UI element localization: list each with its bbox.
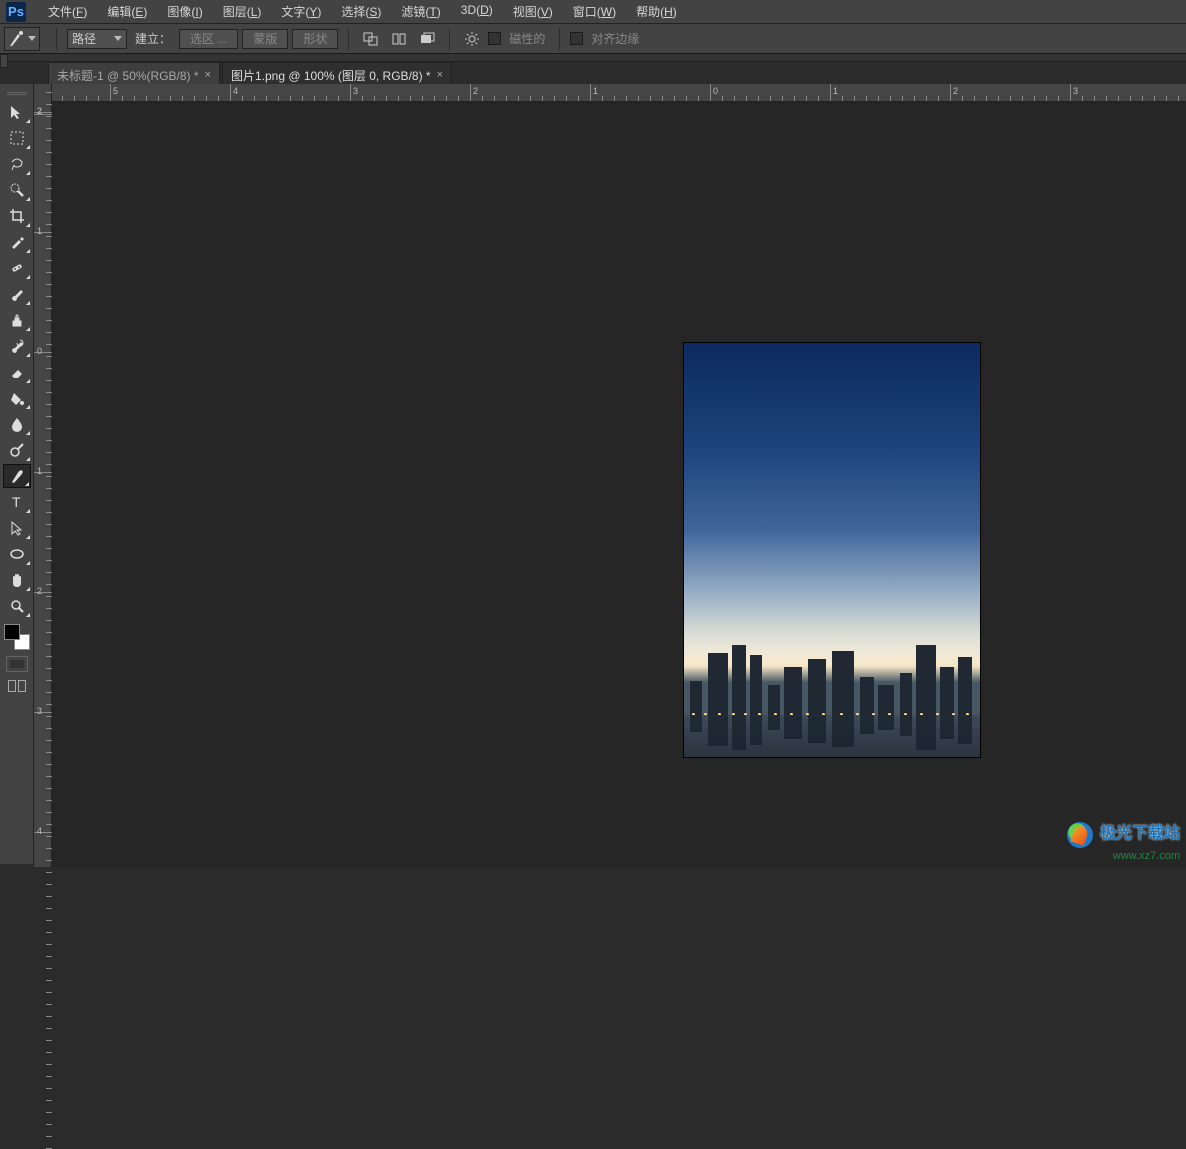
work-area: 0112233445 20112234 [34,84,1186,867]
toolbox-grip[interactable] [0,88,33,98]
selection-button[interactable]: 选区 ... [179,29,238,49]
color-swatches[interactable] [4,624,30,650]
screenmode-toggle[interactable] [6,678,28,694]
watermark-logo-icon [1067,822,1093,848]
tab-label: 未标题-1 @ 50%(RGB/8) * [57,67,199,84]
options-bar: 路径 建立： 选区 ... 蒙版 形状 磁性的 对齐边缘 [0,24,1186,54]
document-tab-0[interactable]: 未标题-1 @ 50%(RGB/8) * × [48,62,220,84]
align-edges-checkbox[interactable] [570,32,583,45]
pen-tool[interactable] [3,464,31,488]
ellipse-tool[interactable] [3,542,31,566]
magnetic-checkbox[interactable] [488,32,501,45]
mode-dropdown[interactable]: 路径 [67,29,127,49]
paint-bucket-tool[interactable] [3,386,31,410]
blur-tool[interactable] [3,412,31,436]
path-op1-icon[interactable] [359,29,383,49]
move-tool[interactable] [3,100,31,124]
dodge-tool[interactable] [3,438,31,462]
toolbox: T [0,84,34,864]
quick-select-tool[interactable] [3,178,31,202]
menu-e[interactable]: 编辑(E) [97,0,157,23]
rect-marquee-tool[interactable] [3,126,31,150]
active-tool-icon[interactable] [4,27,40,51]
panel-dock-grip[interactable] [0,54,8,68]
image-water [684,715,980,757]
watermark-text-1: 极光下载站 [1100,825,1180,842]
watermark: 极光下载站 www.xz7.com [1067,822,1180,863]
document-tabs: 未标题-1 @ 50%(RGB/8) *×图片1.png @ 100% (图层 … [48,62,452,84]
brush-tool[interactable] [3,282,31,306]
menu-f[interactable]: 文件(F) [38,0,97,23]
build-label: 建立： [135,30,171,47]
chevron-down-icon [114,36,122,41]
ruler-vertical[interactable]: 20112234 [34,84,52,867]
menu-l[interactable]: 图层(L) [213,0,272,23]
history-brush-tool[interactable] [3,334,31,358]
align-edges-label: 对齐边缘 [591,30,639,47]
menu-i[interactable]: 图像(I) [157,0,212,23]
menu-bar: Ps 文件(F)编辑(E)图像(I)图层(L)文字(Y)选择(S)滤镜(T)3D… [0,0,1186,24]
hand-tool[interactable] [3,568,31,592]
mask-button[interactable]: 蒙版 [242,29,288,49]
mode-value: 路径 [72,30,96,47]
menu-y[interactable]: 文字(Y) [271,0,331,23]
menu-s[interactable]: 选择(S) [331,0,391,23]
divider-strip [0,54,1186,62]
app-logo: Ps [6,2,26,22]
ruler-horizontal[interactable]: 0112233445 [52,84,1186,102]
menu-d[interactable]: 3D(D) [451,0,503,23]
document-tab-1[interactable]: 图片1.png @ 100% (图层 0, RGB/8) * × [222,62,452,84]
quickmask-toggle[interactable] [6,656,28,672]
menu-t[interactable]: 滤镜(T) [391,0,450,23]
svg-text:T: T [12,494,21,510]
eraser-tool[interactable] [3,360,31,384]
healing-tool[interactable] [3,256,31,280]
type-tool[interactable]: T [3,490,31,514]
lasso-tool[interactable] [3,152,31,176]
menu-v[interactable]: 视图(V) [503,0,563,23]
path-select-tool[interactable] [3,516,31,540]
shape-button[interactable]: 形状 [292,29,338,49]
clone-tool[interactable] [3,308,31,332]
path-align-icon[interactable] [387,29,411,49]
watermark-text-2: www.xz7.com [1113,850,1180,862]
eyedropper-tool[interactable] [3,230,31,254]
menu-h[interactable]: 帮助(H) [626,0,687,23]
magnetic-label: 磁性的 [509,30,545,47]
path-arrange-icon[interactable] [415,29,439,49]
tab-label: 图片1.png @ 100% (图层 0, RGB/8) * [231,67,431,84]
image-skyline [684,635,980,715]
fg-color[interactable] [4,624,20,640]
document-canvas[interactable] [684,343,980,757]
crop-tool[interactable] [3,204,31,228]
menu-w[interactable]: 窗口(W) [563,0,626,23]
zoom-tool[interactable] [3,594,31,618]
gear-icon[interactable] [460,29,484,49]
close-icon[interactable]: × [437,69,443,81]
close-icon[interactable]: × [205,69,211,81]
